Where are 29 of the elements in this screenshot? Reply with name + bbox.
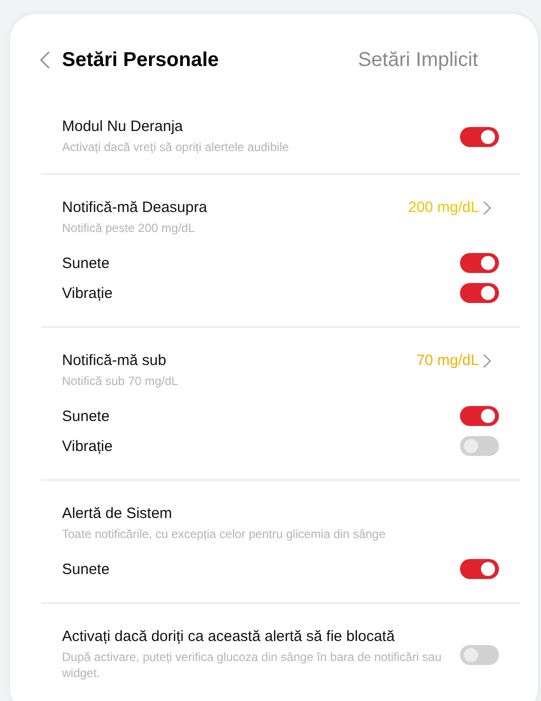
section-description: După activare, puteți verifica glucoza din sânge în bara de notificări sau widget. <box>62 649 442 681</box>
option-label: Vibrație <box>62 284 113 302</box>
toggle-switch[interactable] <box>460 436 499 456</box>
section-title: Alertă de Sistem <box>62 505 174 523</box>
option-label: Sunete <box>62 560 110 578</box>
section-title: Notifică-mă Deasupra <box>62 199 208 217</box>
toggle-switch[interactable] <box>460 406 499 426</box>
section-description: Activați dacă vreți să opriți alertele audibile <box>62 139 290 155</box>
option-label: Vibrație <box>62 438 113 454</box>
toggle-switch[interactable] <box>460 283 499 303</box>
toggle-switch[interactable] <box>460 644 499 664</box>
section-description: Notifică peste 200 mg/dL <box>62 220 196 236</box>
option-label: Sunete <box>62 408 110 424</box>
section-title: Modul Nu Deranja <box>62 118 184 136</box>
back-icon[interactable] <box>40 51 50 69</box>
section-title: Notifică-mă sub <box>62 352 168 370</box>
default-settings-link[interactable]: Setări Implicit <box>358 48 478 72</box>
toggle-switch[interactable] <box>460 126 499 146</box>
toggle-switch[interactable] <box>460 253 499 273</box>
toggle-switch[interactable] <box>460 559 499 579</box>
option-label: Sunete <box>62 254 110 272</box>
threshold-value[interactable]: 70 mg/dL <box>416 352 479 370</box>
section-description: Toate notificările, cu excepția celor pentru glicemia din sânge <box>62 526 387 542</box>
threshold-value[interactable]: 200 mg/dL <box>408 199 479 217</box>
chevron-right-icon[interactable] <box>483 200 491 216</box>
section-description: Notifică sub 70 mg/dL <box>62 373 180 389</box>
chevron-right-icon[interactable] <box>483 353 491 369</box>
page-title: Setări Personale <box>62 48 219 72</box>
section-title: Activați dacă doriți ca această alertă să fie blocată <box>62 628 396 646</box>
